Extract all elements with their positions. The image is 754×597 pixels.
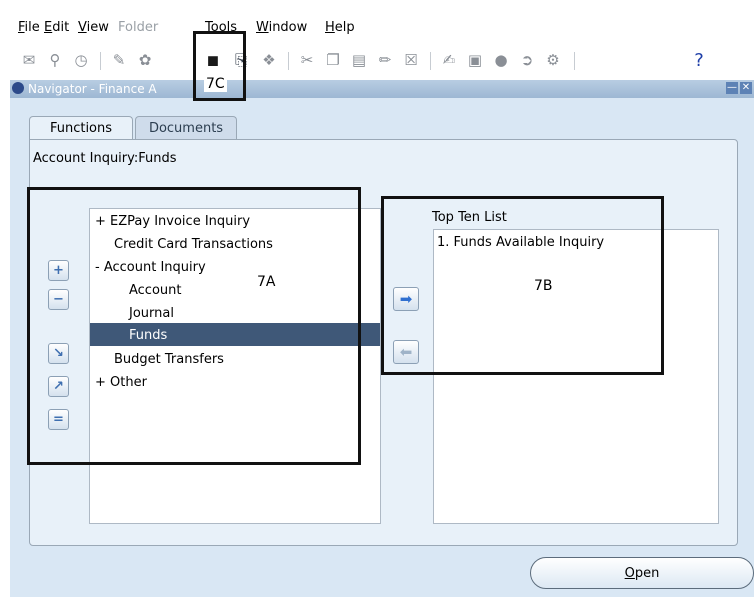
callout-label-7b: 7B <box>534 278 553 294</box>
navigator-window-icon <box>12 82 24 94</box>
folder-tools-icon[interactable]: ⚙ <box>544 51 562 69</box>
toolbar-separator <box>288 52 289 70</box>
callout-label-7c: 7C <box>204 76 227 92</box>
find-icon[interactable]: ⚲ <box>46 51 64 69</box>
menu-folder[interactable]: Folder <box>118 20 158 35</box>
open-button[interactable]: Open <box>530 557 754 589</box>
menu-help[interactable]: Help <box>325 20 355 35</box>
toolbar-separator <box>430 52 431 70</box>
help-icon[interactable]: ? <box>690 50 708 71</box>
tab-documents[interactable]: Documents <box>135 116 237 139</box>
minimize-icon[interactable]: — <box>726 82 738 94</box>
tab-functions[interactable]: Functions <box>29 116 133 139</box>
menu-window-mnemonic: W <box>256 20 269 35</box>
menu-help-label: elp <box>334 20 355 35</box>
open-button-label: pen <box>634 565 660 581</box>
toolbar: ✉ ⚲ ◷ ✎ ✿ ◼ ⎘ ❖ ✂ ❐ ▤ ✏ ☒ ✍ ▣ ● ➲ ⚙ ? <box>14 46 754 76</box>
callout-box-7a <box>27 187 361 465</box>
callout-box-7b <box>381 196 664 375</box>
callout-label-7a: 7A <box>257 274 276 290</box>
save-icon[interactable]: ✎ <box>110 51 128 69</box>
menu-file[interactable]: File <box>18 20 40 35</box>
window-title-bar: Navigator - Finance A — ✕ <box>10 80 754 98</box>
delete-record-icon[interactable]: ☒ <box>402 51 420 69</box>
clear-record-icon[interactable]: ✏ <box>376 51 394 69</box>
menu-edit[interactable]: Edit <box>44 20 69 35</box>
close-form-icon[interactable]: ❖ <box>260 51 278 69</box>
close-icon[interactable]: ✕ <box>740 82 752 94</box>
menu-folder-label: Folder <box>118 20 159 35</box>
menu-view[interactable]: View <box>78 20 109 35</box>
toolbar-separator <box>574 52 575 70</box>
attachments-icon[interactable]: ➲ <box>518 51 536 69</box>
open-mnemonic: O <box>624 565 635 581</box>
print-icon[interactable]: ✿ <box>136 51 154 69</box>
copy-icon[interactable]: ❐ <box>324 51 342 69</box>
zoom-icon[interactable]: ▣ <box>466 51 484 69</box>
toolbar-separator <box>100 52 101 70</box>
paste-icon[interactable]: ▤ <box>350 51 368 69</box>
menu-help-mnemonic: H <box>325 20 335 35</box>
breadcrumb: Account Inquiry:Funds <box>33 151 177 166</box>
tab-documents-label: Documents <box>148 120 224 136</box>
menu-view-label: iew <box>86 20 109 35</box>
menu-window-label: indow <box>268 20 308 35</box>
menu-edit-mnemonic: E <box>44 20 53 35</box>
translations-icon[interactable]: ● <box>492 51 510 69</box>
new-icon[interactable]: ✉ <box>20 51 38 69</box>
cut-icon[interactable]: ✂ <box>298 51 316 69</box>
menu-edit-label: dit <box>52 20 70 35</box>
edit-field-icon[interactable]: ✍ <box>440 51 458 69</box>
menu-window[interactable]: Window <box>256 20 307 35</box>
tab-functions-label: Functions <box>49 120 113 136</box>
menu-view-mnemonic: V <box>78 20 87 35</box>
menu-bar: File Edit View Folder Tools Window Help <box>0 0 754 46</box>
window-title: Navigator - Finance A <box>28 82 157 96</box>
navigator-icon[interactable]: ◷ <box>72 51 90 69</box>
menu-file-label: ile <box>24 20 40 35</box>
